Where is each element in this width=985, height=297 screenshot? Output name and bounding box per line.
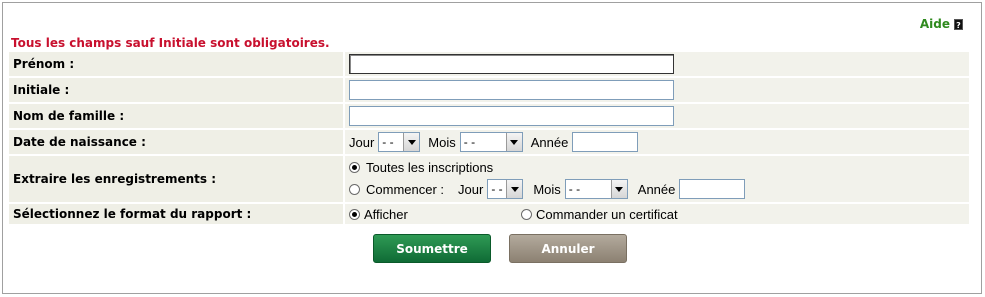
cancel-button[interactable]: Annuler xyxy=(509,234,627,263)
chevron-down-icon[interactable] xyxy=(505,133,522,151)
extract-year-label: Année xyxy=(637,181,676,197)
extract-label: Extraire les enregistrements : xyxy=(9,156,343,202)
last-name-label: Nom de famille : xyxy=(9,104,343,128)
format-certificate-radio[interactable] xyxy=(521,208,532,220)
birth-day-label: Jour xyxy=(349,134,375,150)
birth-month-select[interactable]: - - xyxy=(459,132,523,152)
required-fields-note: Tous les champs sauf Initiale sont oblig… xyxy=(11,36,330,50)
row-format: Sélectionnez le format du rapport : Affi… xyxy=(9,204,969,224)
initial-cell xyxy=(345,78,969,102)
submit-button[interactable]: Soumettre xyxy=(373,234,491,263)
extract-all-radio[interactable] xyxy=(349,161,360,173)
birth-month-value: - - xyxy=(463,135,476,149)
format-display-label: Afficher xyxy=(364,206,408,222)
form-frame: Aide ? Tous les champs sauf Initiale son… xyxy=(2,2,982,294)
chevron-down-icon[interactable] xyxy=(506,180,523,198)
row-extract: Extraire les enregistrements : Toutes le… xyxy=(9,156,969,202)
format-option-display[interactable]: Afficher xyxy=(349,207,521,222)
format-option-certificate[interactable]: Commander un certificat xyxy=(521,207,678,222)
first-name-cell xyxy=(345,52,969,76)
extract-day-label: Jour xyxy=(458,181,484,197)
extract-all-label: Toutes les inscriptions xyxy=(366,159,494,175)
birth-day-value: - - xyxy=(382,135,394,149)
extract-start-label: Commencer : xyxy=(366,181,445,197)
extract-month-label: Mois xyxy=(533,181,561,197)
row-first-name: Prénom : xyxy=(9,52,969,76)
last-name-cell xyxy=(345,104,969,128)
extract-option-start: Commencer : Jour - - Mois - - Année xyxy=(349,178,746,200)
birth-date-cell: Jour - - Mois - - Année xyxy=(345,130,969,154)
format-label: Sélectionnez le format du rapport : xyxy=(9,204,343,224)
format-certificate-label: Commander un certificat xyxy=(536,206,678,222)
chevron-down-icon[interactable] xyxy=(403,133,420,151)
format-cell: Afficher Commander un certificat xyxy=(345,204,969,224)
extract-month-select[interactable]: - - xyxy=(564,179,628,199)
extract-year-input[interactable] xyxy=(679,179,746,199)
last-name-input[interactable] xyxy=(349,106,674,126)
chevron-down-icon[interactable] xyxy=(610,180,627,198)
birth-year-label: Année xyxy=(530,134,569,150)
help-link[interactable]: Aide xyxy=(920,17,950,31)
first-name-input[interactable] xyxy=(349,54,674,74)
birth-month-label: Mois xyxy=(428,134,456,150)
help-book-icon[interactable]: ? xyxy=(954,18,963,30)
help-area[interactable]: Aide ? xyxy=(920,17,963,31)
row-initial: Initiale : xyxy=(9,78,969,102)
birth-year-input[interactable] xyxy=(572,132,639,152)
initial-input[interactable] xyxy=(349,80,674,100)
extract-day-value: - - xyxy=(491,182,503,196)
extract-option-all[interactable]: Toutes les inscriptions xyxy=(349,158,493,176)
birth-date-label: Date de naissance : xyxy=(9,130,343,154)
row-last-name: Nom de famille : xyxy=(9,104,969,128)
format-display-radio[interactable] xyxy=(349,208,360,220)
first-name-label: Prénom : xyxy=(9,52,343,76)
extract-day-select[interactable]: - - xyxy=(487,179,524,199)
row-birth-date: Date de naissance : Jour - - Mois - - An… xyxy=(9,130,969,154)
extract-cell: Toutes les inscriptions Commencer : Jour… xyxy=(345,156,969,202)
birth-day-select[interactable]: - - xyxy=(378,132,421,152)
extract-start-radio[interactable] xyxy=(349,183,360,195)
initial-label: Initiale : xyxy=(9,78,343,102)
extract-month-value: - - xyxy=(568,182,581,196)
